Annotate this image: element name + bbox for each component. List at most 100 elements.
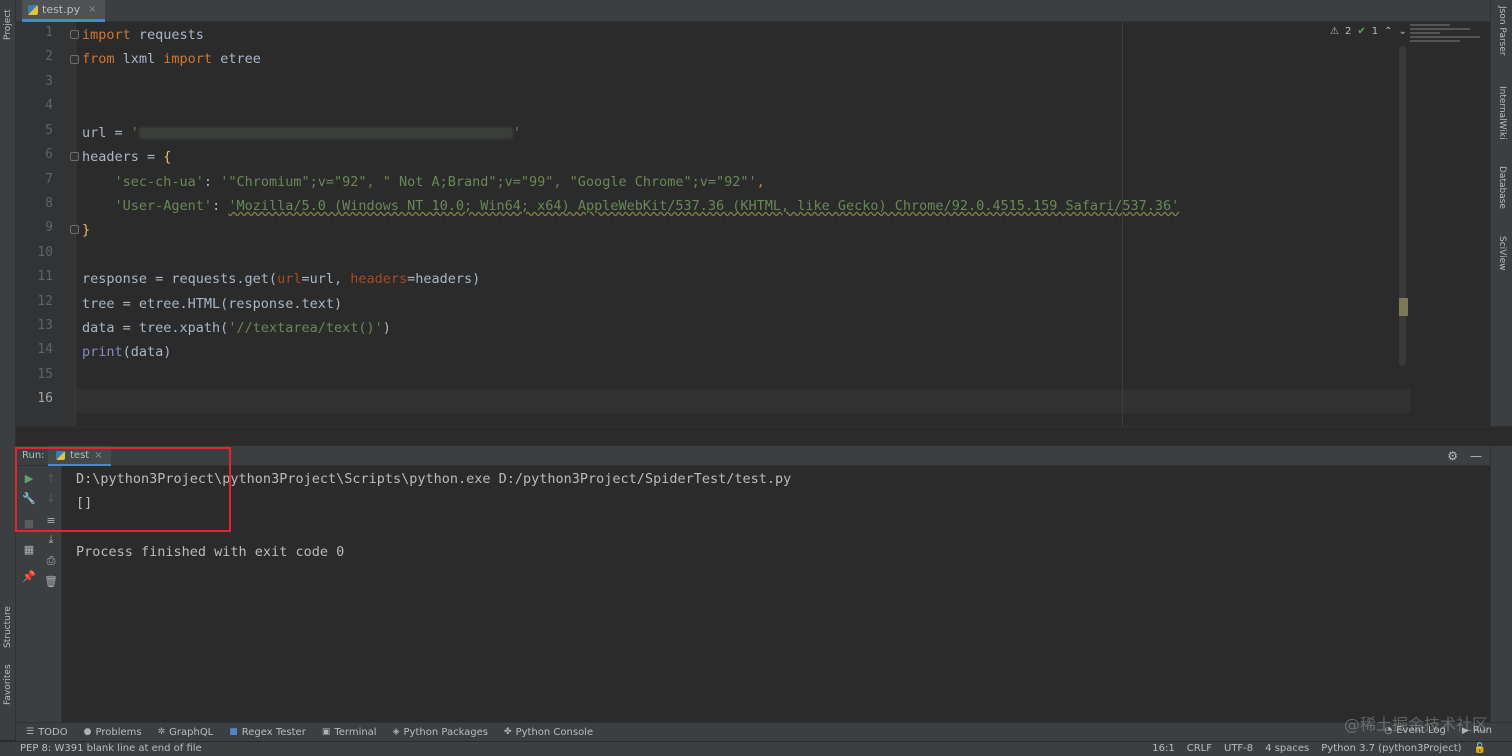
soft-wrap-icon[interactable]: ≡ — [44, 513, 58, 527]
left-tool-strip: Project Structure Favorites — [0, 0, 16, 740]
redacted-url — [138, 127, 513, 139]
terminal-tool-button[interactable]: ▣ Terminal — [322, 727, 377, 738]
todo-tool-button[interactable]: ☰ TODO — [26, 727, 68, 738]
run-console[interactable]: D:\python3Project\python3Project\Scripts… — [62, 466, 1490, 722]
code-line-9: } — [82, 222, 91, 238]
line-number: 8 — [45, 196, 53, 211]
down-arrow-icon[interactable]: ↓ — [44, 491, 58, 505]
line-number: 10 — [37, 245, 53, 260]
line-number: 14 — [37, 342, 53, 357]
status-bar: PEP 8: W391 blank line at end of file 16… — [0, 741, 1512, 756]
fold-marker-icon[interactable] — [70, 30, 79, 39]
watermark: @稀土掘金技术社区 — [1343, 715, 1488, 734]
code-line-14: print(data) — [82, 344, 172, 360]
print-icon[interactable]: ⎙ — [44, 554, 58, 568]
run-tool-window-header: Run: test × ⚙ — — [16, 446, 1490, 466]
close-icon[interactable]: × — [88, 4, 96, 15]
panel-splitter[interactable] — [16, 426, 1512, 446]
cursor-position[interactable]: 16:1 — [1152, 743, 1174, 754]
json-parser-tool-button[interactable]: Json Parser — [1497, 6, 1507, 56]
python-file-icon — [28, 4, 38, 15]
list-icon: ☰ — [26, 727, 35, 737]
code-area[interactable]: import requests from lxml import etree u… — [82, 22, 1412, 426]
line-separator[interactable]: CRLF — [1187, 743, 1212, 754]
layout-icon[interactable]: ▦ — [22, 542, 36, 556]
run-tab-test[interactable]: test × — [48, 446, 111, 466]
code-line-1: import requests — [82, 27, 204, 43]
database-tool-button[interactable]: Database — [1497, 166, 1507, 209]
scroll-to-end-icon[interactable]: ⤓ — [44, 533, 58, 547]
graphql-tool-button[interactable]: ✲ GraphQL — [158, 727, 214, 738]
python-packages-tool-button[interactable]: ◈ Python Packages — [393, 727, 488, 738]
fold-marker-icon[interactable] — [70, 152, 79, 161]
python-interpreter[interactable]: Python 3.7 (python3Project) — [1321, 743, 1461, 754]
line-number: 13 — [37, 318, 53, 333]
error-stripe-marker[interactable] — [1399, 298, 1408, 316]
next-highlight-icon[interactable]: ⌄ — [1399, 26, 1407, 37]
terminal-icon: ▣ — [321, 727, 331, 737]
check-icon: ✔ — [1357, 26, 1366, 37]
code-line-6: headers = { — [82, 149, 172, 165]
wrench-icon[interactable]: 🔧 — [22, 491, 36, 505]
info-icon: ● — [83, 727, 92, 737]
line-number: 7 — [45, 172, 53, 187]
line-number-gutter: 1 2 3 4 5 6 7 8 9 10 11 12 13 14 15 16 — [16, 22, 76, 426]
code-minimap[interactable] — [1410, 24, 1490, 64]
fold-marker-icon[interactable] — [70, 55, 79, 64]
fold-marker-icon[interactable] — [70, 225, 79, 234]
line-number: 2 — [45, 49, 53, 64]
editor-scrollbar[interactable] — [1399, 46, 1406, 366]
rerun-icon[interactable]: ▶ — [22, 471, 36, 485]
line-number: 6 — [45, 147, 53, 162]
warning-count: 2 — [1344, 26, 1352, 37]
line-number: 5 — [45, 123, 53, 138]
regex-icon: ■ — [229, 727, 238, 737]
previous-highlight-icon[interactable]: ⌃ — [1384, 26, 1392, 37]
lock-icon[interactable]: 🔓 — [1474, 743, 1486, 754]
code-editor[interactable]: 1 2 3 4 5 6 7 8 9 10 11 12 13 14 15 16 i… — [16, 22, 1490, 426]
line-number: 4 — [45, 98, 53, 113]
gear-icon[interactable]: ⚙ — [1447, 449, 1458, 463]
code-line-7: 'sec-ch-ua': '"Chromium";v="92", " Not A… — [114, 174, 765, 190]
line-number-current: 16 — [37, 391, 53, 406]
tab-label: test.py — [42, 3, 81, 16]
problems-tool-button[interactable]: ● Problems — [84, 727, 142, 738]
sciview-tool-button[interactable]: SciView — [1497, 236, 1507, 271]
run-label: Run: — [22, 450, 45, 461]
file-encoding[interactable]: UTF-8 — [1224, 743, 1253, 754]
status-message: PEP 8: W391 blank line at end of file — [20, 743, 202, 754]
line-number: 12 — [37, 294, 53, 309]
code-line-8: 'User-Agent': 'Mozilla/5.0 (Windows NT 1… — [114, 198, 1180, 214]
close-icon[interactable]: × — [94, 450, 102, 461]
line-number: 11 — [37, 269, 53, 284]
bottom-tool-window-bar: ☰ TODO ● Problems ✲ GraphQL ■ Regex Tester ▣… — [16, 722, 1512, 741]
python-console-tool-button[interactable]: ✤ Python Console — [504, 727, 593, 738]
run-side-toolbar: ▶ ↑ 🔧 ↓ ■ ≡ ▦ ⤓ ⎙ 📌 🗑 — [16, 466, 62, 722]
up-arrow-icon[interactable]: ↑ — [44, 471, 58, 485]
pin-icon[interactable]: 📌 — [22, 569, 36, 583]
line-number: 3 — [45, 74, 53, 89]
indent-setting[interactable]: 4 spaces — [1265, 743, 1309, 754]
structure-tool-button[interactable]: Structure — [3, 606, 13, 648]
inspection-widget[interactable]: ⚠ 2 ✔ 1 ⌃ ⌄ — [1330, 26, 1407, 37]
line-number: 15 — [37, 367, 53, 382]
right-margin-guide — [1122, 22, 1123, 426]
code-line-5: url = ' ' — [82, 125, 522, 141]
regex-tester-tool-button[interactable]: ■ Regex Tester — [229, 727, 306, 738]
project-tool-button[interactable]: Project — [3, 9, 13, 40]
console-line: Process finished with exit code 0 — [76, 544, 345, 560]
favorites-tool-button[interactable]: Favorites — [3, 664, 13, 705]
minimize-icon[interactable]: — — [1470, 449, 1482, 463]
trash-icon[interactable]: 🗑 — [44, 574, 58, 588]
internal-wiki-tool-button[interactable]: InternalWiki — [1497, 86, 1507, 140]
editor-tab-test-py[interactable]: test.py × — [22, 0, 105, 22]
graphql-icon: ✲ — [157, 727, 166, 737]
stop-icon[interactable]: ■ — [22, 516, 36, 530]
run-window-tools: ⚙ — — [1447, 449, 1482, 463]
code-line-2: from lxml import etree — [82, 51, 261, 67]
editor-tab-bar: test.py × — [16, 0, 1490, 22]
console-line: [] — [76, 495, 93, 511]
code-line-13: data = tree.xpath('//textarea/text()') — [82, 320, 391, 336]
code-line-11: response = requests.get(url=url, headers… — [82, 271, 481, 287]
ok-count: 1 — [1371, 26, 1379, 37]
